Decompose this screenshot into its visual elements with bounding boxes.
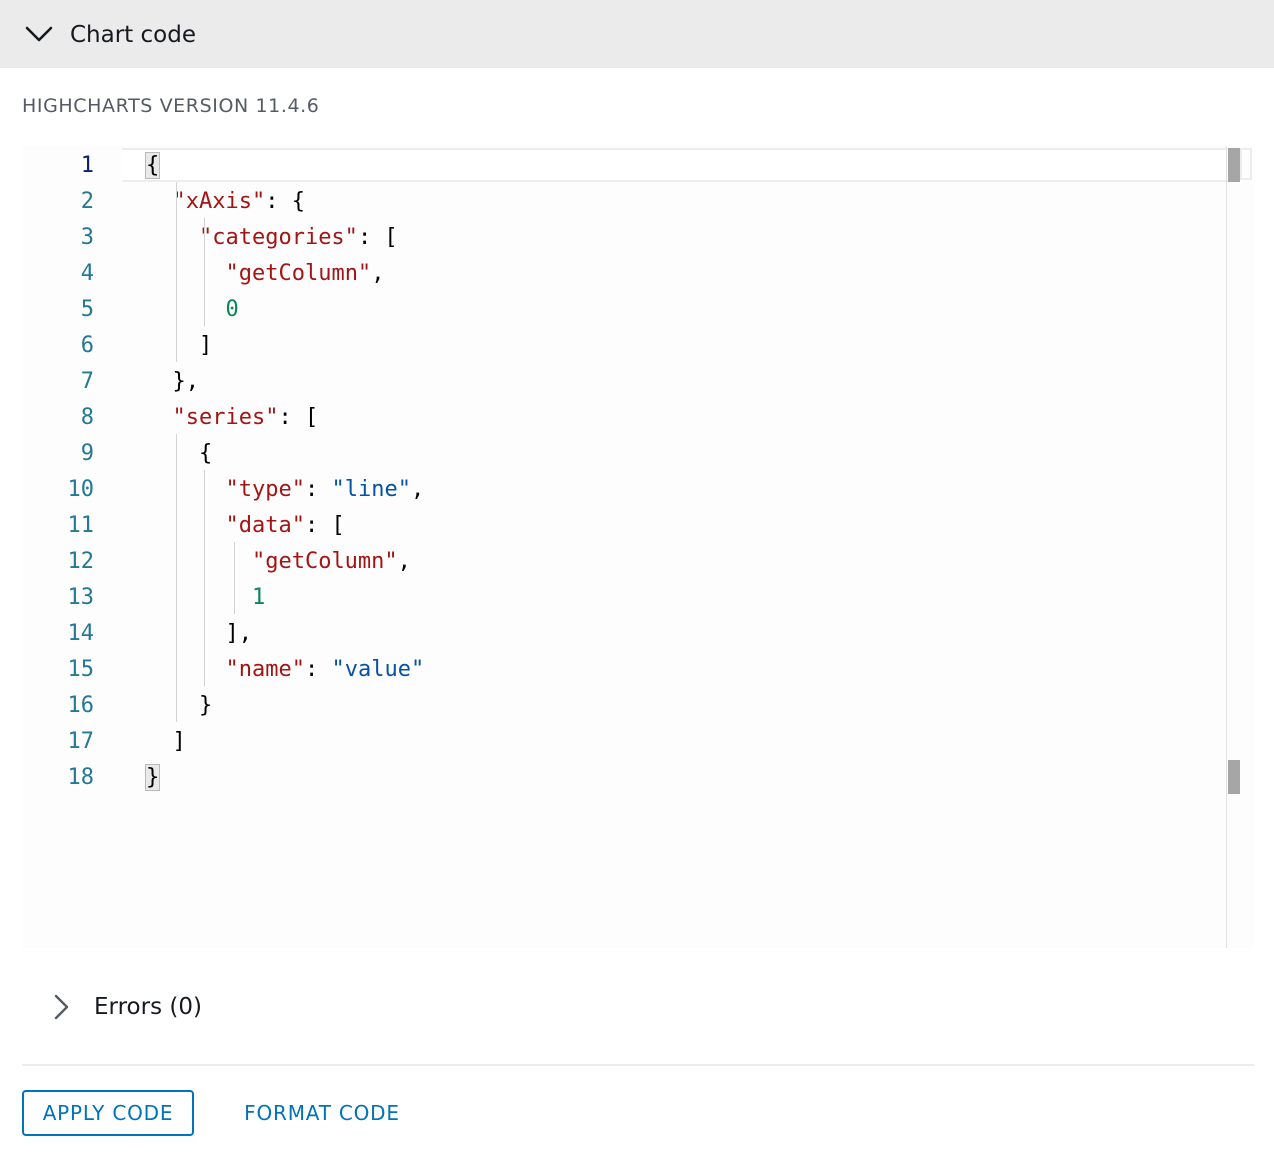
line-number: 17	[67, 729, 95, 754]
code-line[interactable]: "series": [	[146, 400, 319, 436]
json-punctuation: : {	[265, 189, 305, 214]
json-key: "type"	[225, 477, 305, 502]
line-number: 13	[67, 585, 95, 610]
indent-guide	[204, 218, 205, 326]
chart-code-section-header[interactable]: Chart code	[0, 0, 1274, 68]
json-punctuation: },	[146, 369, 199, 394]
apply-code-button[interactable]: APPLY CODE	[22, 1090, 194, 1136]
json-punctuation: ,	[371, 261, 385, 286]
json-number: 1	[251, 585, 266, 610]
line-number: 5	[80, 297, 94, 322]
active-line-highlight	[122, 148, 1228, 182]
bracket-match-marker	[1228, 148, 1240, 182]
scrollbar-thumb[interactable]	[1240, 148, 1252, 180]
json-punctuation	[146, 297, 225, 322]
json-punctuation: : [	[278, 405, 319, 430]
json-punctuation: :	[304, 477, 332, 502]
json-key: "name"	[225, 657, 305, 682]
json-punctuation: }	[146, 693, 213, 718]
bracket-match-marker	[1228, 760, 1240, 794]
indent-guide	[204, 470, 205, 686]
code-line[interactable]: ],	[146, 616, 252, 652]
json-punctuation: : [	[357, 225, 398, 250]
json-punctuation	[146, 585, 252, 610]
chevron-right-icon	[54, 994, 69, 1020]
line-number: 12	[67, 549, 95, 574]
line-number: 4	[80, 261, 94, 286]
json-punctuation	[146, 549, 252, 574]
line-number: 7	[80, 369, 94, 394]
code-line[interactable]: "xAxis": {	[146, 184, 305, 220]
code-line[interactable]: "categories": [	[146, 220, 398, 256]
json-key: "categories"	[198, 225, 358, 250]
json-punctuation: :	[304, 657, 332, 682]
json-punctuation: }	[144, 764, 161, 791]
line-number: 14	[67, 621, 95, 646]
json-punctuation	[146, 405, 173, 430]
json-punctuation	[146, 513, 225, 538]
json-string: "line"	[331, 477, 411, 502]
divider	[22, 1064, 1254, 1066]
json-string: "value"	[331, 657, 425, 682]
json-punctuation	[146, 477, 225, 502]
json-punctuation: ]	[146, 729, 186, 754]
code-line[interactable]: "getColumn",	[146, 256, 384, 292]
code-line[interactable]: 1	[146, 580, 265, 616]
line-number: 11	[67, 513, 95, 538]
code-line[interactable]: }	[146, 688, 212, 724]
line-number: 16	[67, 693, 95, 718]
json-punctuation: {	[146, 441, 213, 466]
line-number: 1	[80, 153, 94, 178]
json-punctuation: ],	[146, 621, 252, 646]
line-number: 6	[80, 333, 94, 358]
json-key: "data"	[225, 513, 305, 538]
chevron-down-icon	[25, 26, 53, 42]
overview-ruler[interactable]	[1226, 146, 1227, 948]
indent-guide	[234, 542, 235, 614]
json-punctuation	[146, 657, 225, 682]
line-number-gutter: 1 2 3 4 5 6 7 8 9 10 11 12 13 14 15 16 17 18	[22, 146, 122, 948]
code-line[interactable]: }	[144, 760, 161, 796]
code-line[interactable]: "getColumn",	[146, 544, 411, 580]
line-number: 3	[80, 225, 94, 250]
format-code-button[interactable]: FORMAT CODE	[230, 1090, 414, 1136]
code-line[interactable]: {	[144, 148, 161, 184]
json-punctuation: ,	[410, 477, 425, 502]
json-punctuation	[146, 261, 225, 286]
code-line[interactable]: ]	[146, 724, 186, 760]
code-line[interactable]: "type": "line",	[146, 472, 424, 508]
line-number: 15	[67, 657, 95, 682]
json-punctuation: : [	[304, 513, 345, 538]
section-title: Chart code	[70, 22, 196, 48]
highcharts-version-label: HIGHCHARTS VERSION 11.4.6	[22, 95, 320, 117]
line-number: 2	[80, 189, 94, 214]
json-number: 0	[225, 297, 239, 322]
code-line[interactable]: ]	[146, 328, 212, 364]
json-key: "getColumn"	[251, 549, 398, 574]
code-line[interactable]: },	[146, 364, 199, 400]
line-number: 8	[80, 405, 94, 430]
json-punctuation	[146, 225, 199, 250]
json-punctuation	[146, 189, 173, 214]
json-key: "getColumn"	[225, 261, 372, 286]
json-punctuation: ,	[397, 549, 411, 574]
indent-guide	[176, 182, 177, 362]
code-line[interactable]: {	[146, 436, 212, 472]
line-number: 10	[67, 477, 95, 502]
json-punctuation: ]	[146, 333, 213, 358]
line-number: 18	[67, 765, 95, 790]
json-key: "xAxis"	[172, 189, 266, 214]
indent-guide	[176, 434, 177, 722]
code-line[interactable]: 0	[146, 292, 239, 328]
errors-label: Errors (0)	[94, 994, 202, 1020]
code-editor[interactable]: 1 2 3 4 5 6 7 8 9 10 11 12 13 14 15 16 17 18 { "xAxis": {…	[22, 146, 1254, 948]
code-line[interactable]: "name": "value"	[146, 652, 424, 688]
json-key: "series"	[172, 405, 279, 430]
json-punctuation: {	[144, 152, 161, 179]
line-number: 9	[80, 441, 94, 466]
